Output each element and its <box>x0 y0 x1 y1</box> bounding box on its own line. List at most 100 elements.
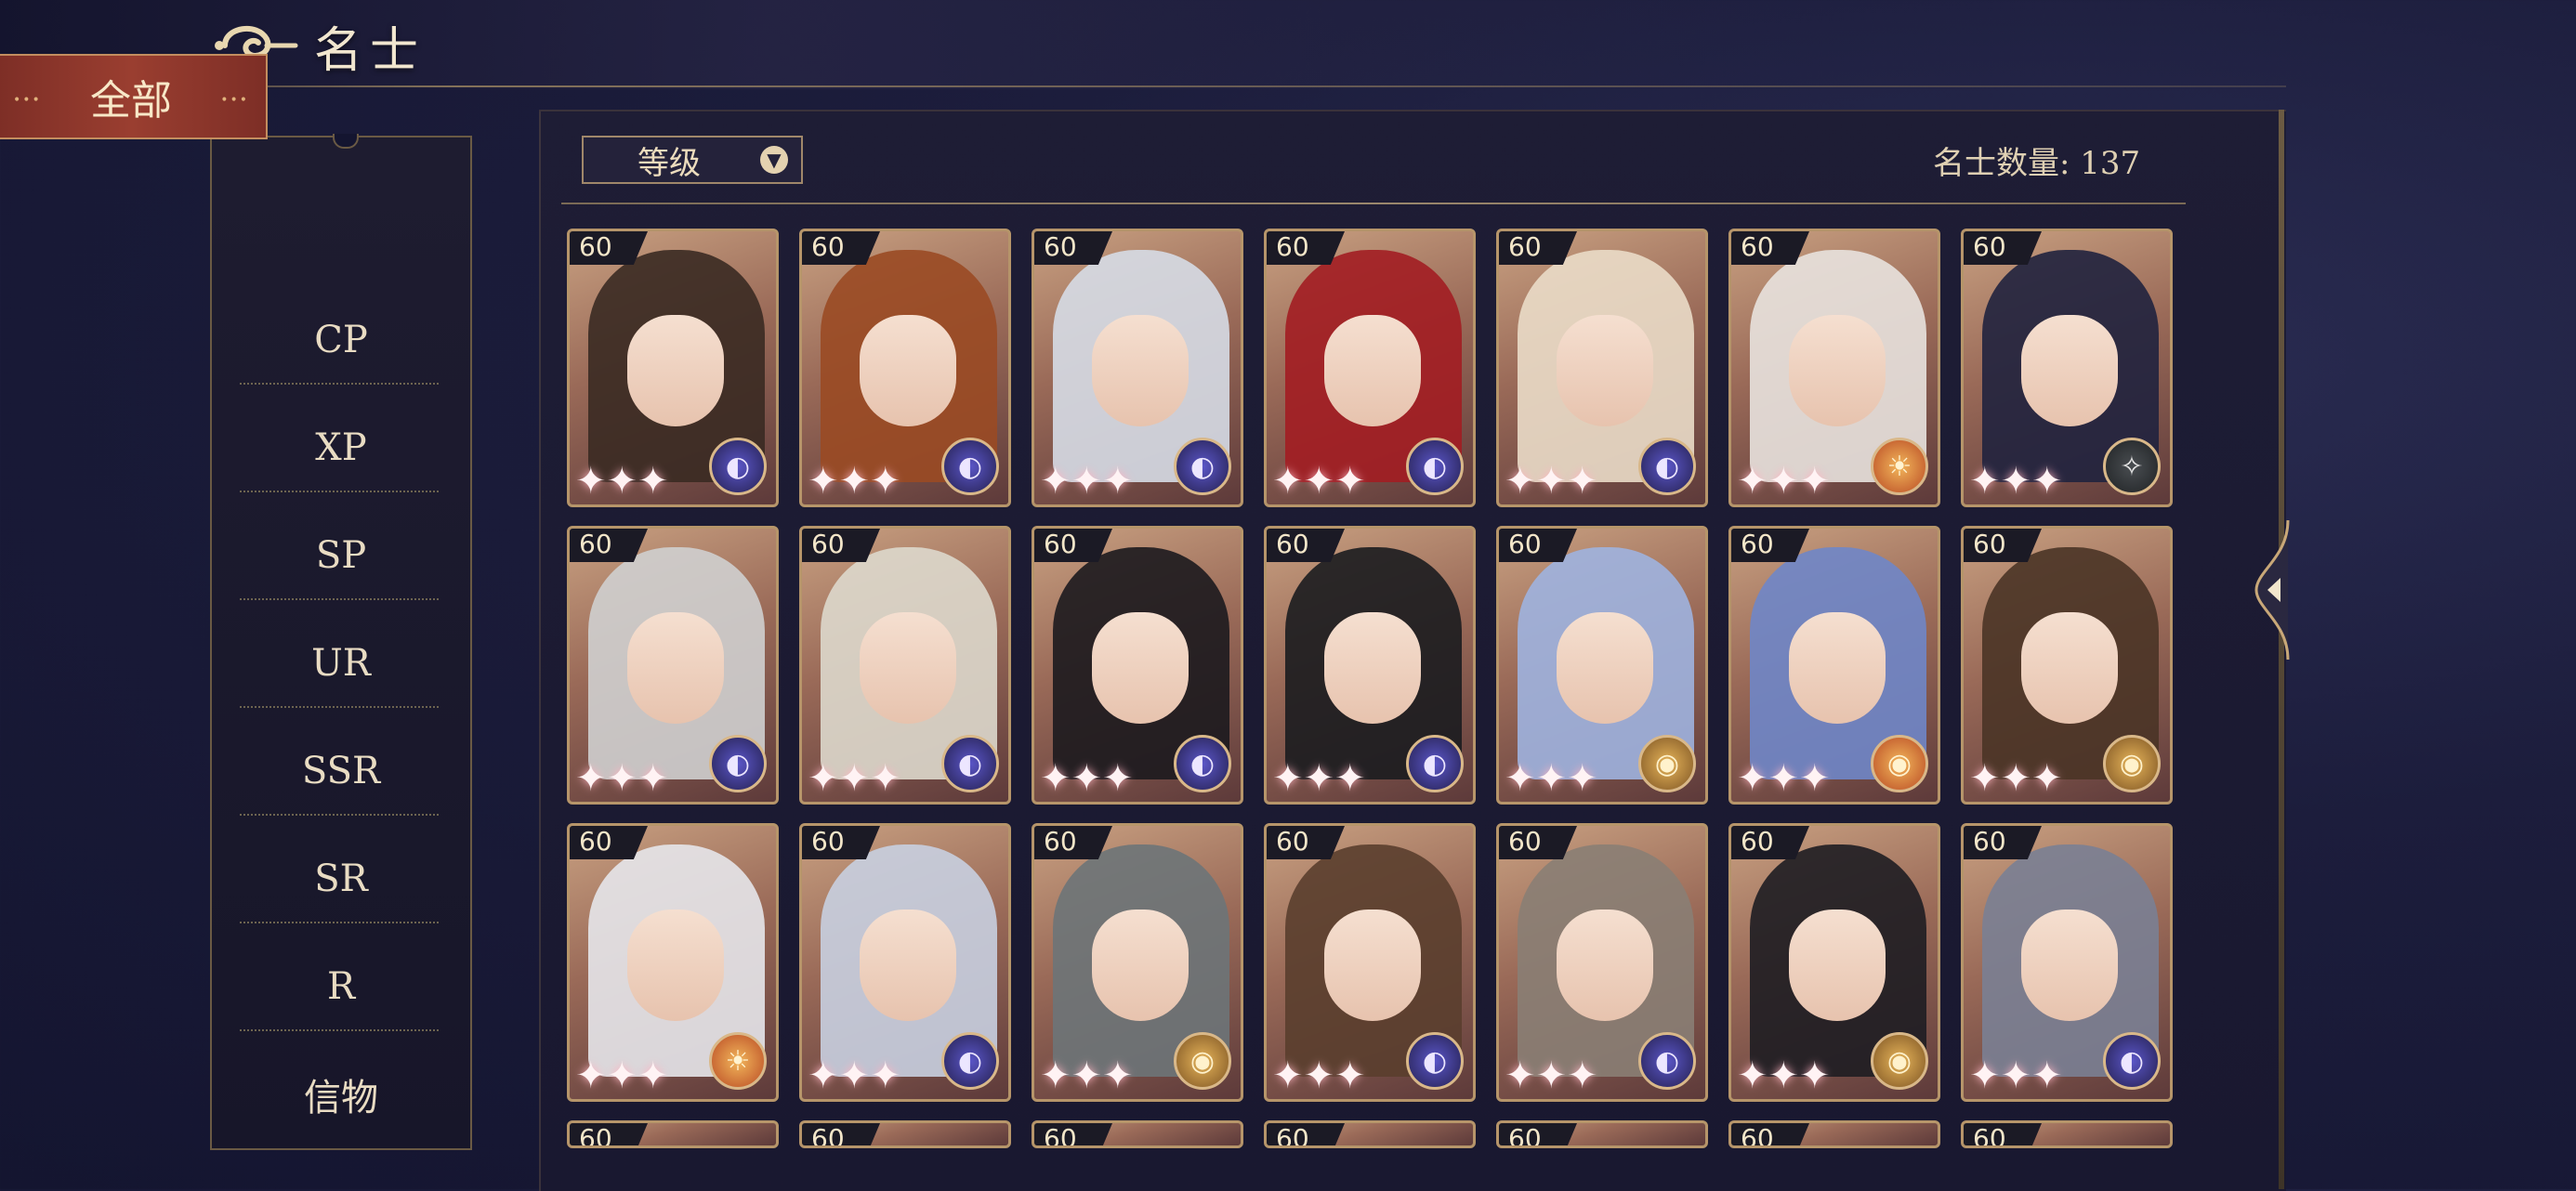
character-card[interactable]: 60 ✦✦✦ ◉ <box>1728 823 1940 1102</box>
character-card[interactable]: 60 ✦✦✦ ◐ <box>1032 229 1243 507</box>
category-label: SSR <box>301 750 381 792</box>
character-card[interactable]: 60 ✦✦✦ ◐ <box>1264 823 1476 1102</box>
ornament-dots-icon: ••• <box>220 93 249 108</box>
character-card[interactable]: 60 ✦✦✦ ◐ <box>1264 229 1476 507</box>
element-fire-icon: ◉ <box>1871 735 1928 792</box>
category-divider <box>240 706 439 708</box>
category-label: SP <box>315 534 367 577</box>
character-card[interactable]: 60 <box>1961 1120 2173 1148</box>
category-label: CP <box>314 319 368 361</box>
element-gold-icon: ◉ <box>1871 1032 1928 1090</box>
count-value: 137 <box>2080 145 2141 182</box>
character-face <box>1092 612 1189 724</box>
star-rating-icon: ✦✦✦ <box>808 757 901 800</box>
star-rating-icon: ✦✦✦ <box>1737 757 1831 800</box>
character-card[interactable]: 60 ✦✦✦ ◉ <box>1961 526 2173 805</box>
ornament-dots-icon: ••• <box>13 93 42 108</box>
star-rating-icon: ✦✦✦ <box>1040 757 1134 800</box>
star-rating-icon: ✦✦✦ <box>1737 1054 1831 1097</box>
star-rating-icon: ✦✦✦ <box>1969 1054 2063 1097</box>
character-face <box>1324 315 1421 426</box>
character-card[interactable]: 60 ✦✦✦ ◉ <box>1032 823 1243 1102</box>
character-card[interactable]: 60 <box>567 1120 779 1148</box>
category-list: CP XP SP UR SSR SR R 信物 <box>210 286 472 1150</box>
sidebar-notch <box>333 134 359 149</box>
character-card[interactable]: 60 ✦✦✦ ◐ <box>1496 823 1708 1102</box>
character-face <box>1092 315 1189 426</box>
element-purple-icon: ◐ <box>1406 1032 1464 1090</box>
element-purple-icon: ◐ <box>2103 1032 2161 1090</box>
character-face <box>1557 315 1653 426</box>
count-label: 名士数量: <box>1933 145 2070 182</box>
element-purple-icon: ◐ <box>1174 438 1231 495</box>
character-face <box>1092 910 1189 1021</box>
character-card[interactable]: 60 <box>1496 1120 1708 1148</box>
category-label: UR <box>311 642 371 685</box>
star-rating-icon: ✦✦✦ <box>1505 460 1598 503</box>
character-face <box>2021 910 2118 1021</box>
sort-dropdown[interactable]: 等级 ▼ <box>582 136 803 184</box>
category-divider <box>240 598 439 600</box>
category-label: 信物 <box>304 1077 378 1119</box>
star-rating-icon: ✦✦✦ <box>1969 757 2063 800</box>
element-purple-icon: ◐ <box>1406 438 1464 495</box>
category-tab-ur[interactable]: UR <box>210 609 472 717</box>
category-label: SR <box>314 857 368 900</box>
character-card[interactable]: 60 ✦✦✦ ◐ <box>1264 526 1476 805</box>
character-card[interactable]: 60 ✦✦✦ ✧ <box>1961 229 2173 507</box>
category-tab-sp[interactable]: SP <box>210 502 472 609</box>
collapse-arrow-icon[interactable] <box>2251 520 2295 660</box>
element-dark-icon: ✧ <box>2103 438 2161 495</box>
character-card[interactable]: 60 ✦✦✦ ◐ <box>799 823 1011 1102</box>
character-card[interactable]: 60 ✦✦✦ ◐ <box>1961 823 2173 1102</box>
character-card[interactable]: 60 <box>1032 1120 1243 1148</box>
character-card[interactable]: 60 ✦✦✦ ☀ <box>567 823 779 1102</box>
character-card[interactable]: 60 <box>799 1120 1011 1148</box>
character-face <box>1557 612 1653 724</box>
character-card[interactable]: 60 ✦✦✦ ◐ <box>567 229 779 507</box>
character-card[interactable]: 60 ✦✦✦ ◉ <box>1496 526 1708 805</box>
character-card[interactable]: 60 <box>1264 1120 1476 1148</box>
character-face <box>2021 315 2118 426</box>
character-card[interactable]: 60 ✦✦✦ ◉ <box>1728 526 1940 805</box>
category-tab-信物[interactable]: 信物 <box>210 1040 472 1148</box>
character-face <box>1557 910 1653 1021</box>
character-card[interactable]: 60 ✦✦✦ ◐ <box>799 526 1011 805</box>
element-purple-icon: ◐ <box>1406 735 1464 792</box>
category-divider <box>240 922 439 923</box>
category-tab-sr[interactable]: SR <box>210 825 472 933</box>
category-tab-all[interactable]: ••• 全部 ••• <box>0 54 268 139</box>
character-face <box>627 315 724 426</box>
star-rating-icon: ✦✦✦ <box>1272 1054 1366 1097</box>
character-card[interactable]: 60 ✦✦✦ ☀ <box>1728 229 1940 507</box>
character-card[interactable]: 60 ✦✦✦ ◐ <box>1496 229 1708 507</box>
star-rating-icon: ✦✦✦ <box>1272 757 1366 800</box>
star-rating-icon: ✦✦✦ <box>575 1054 669 1097</box>
element-purple-icon: ◐ <box>1174 735 1231 792</box>
star-rating-icon: ✦✦✦ <box>1040 460 1134 503</box>
category-divider <box>240 1029 439 1031</box>
character-card[interactable]: 60 ✦✦✦ ◐ <box>799 229 1011 507</box>
sort-label: 等级 <box>637 144 701 182</box>
element-purple-icon: ◐ <box>941 1032 999 1090</box>
category-tab-ssr[interactable]: SSR <box>210 717 472 825</box>
character-grid: 60 ✦✦✦ ◐ 60 ✦✦✦ ◐ 60 ✦✦✦ ◐ 60 ✦✦✦ ◐ 60 ✦✦✦ ◐ 60 ✦✦✦ ☀ 60 ✦✦… <box>567 229 2175 1158</box>
category-tab-cp[interactable]: CP <box>210 286 472 394</box>
star-rating-icon: ✦✦✦ <box>1505 1054 1598 1097</box>
level-badge: 60 <box>1034 1123 1112 1145</box>
category-divider <box>240 814 439 816</box>
character-face <box>1324 612 1421 724</box>
character-card[interactable]: 60 ✦✦✦ ◐ <box>1032 526 1243 805</box>
star-rating-icon: ✦✦✦ <box>808 460 901 503</box>
element-purple-icon: ◐ <box>709 735 767 792</box>
character-card[interactable]: 60 ✦✦✦ ◐ <box>567 526 779 805</box>
element-fire-icon: ☀ <box>1871 438 1928 495</box>
category-tab-r[interactable]: R <box>210 933 472 1040</box>
category-tab-xp[interactable]: XP <box>210 394 472 502</box>
category-divider <box>240 383 439 385</box>
toolbar-divider <box>561 203 2186 204</box>
character-card[interactable]: 60 <box>1728 1120 1940 1148</box>
star-rating-icon: ✦✦✦ <box>808 1054 901 1097</box>
category-label: R <box>326 965 356 1008</box>
chevron-down-icon: ▼ <box>760 146 788 174</box>
